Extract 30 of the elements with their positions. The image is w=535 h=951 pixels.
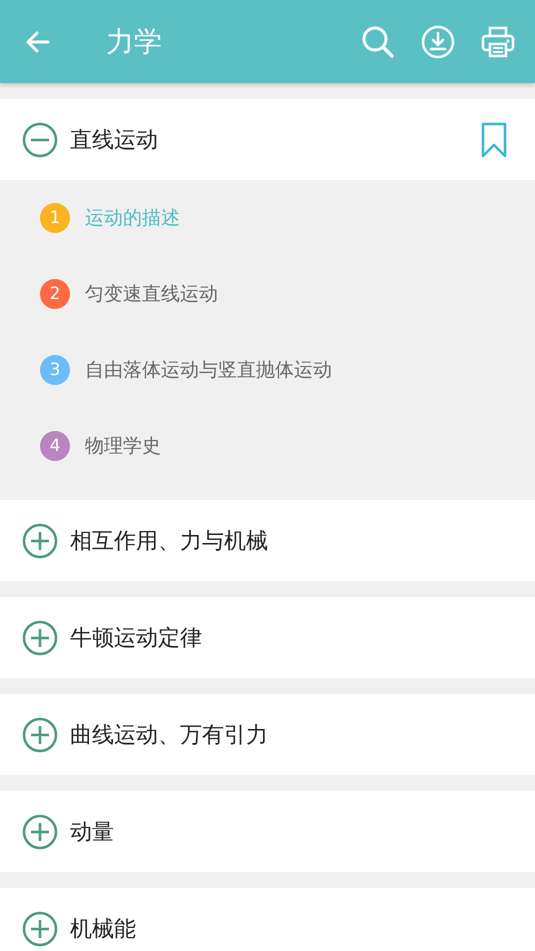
section-header[interactable]: 曲线运动、万有引力 bbox=[0, 694, 535, 775]
section-header[interactable]: 直线运动 bbox=[0, 99, 535, 180]
section-title: 机械能 bbox=[70, 916, 136, 944]
section-title: 动量 bbox=[70, 818, 114, 846]
expand-icon[interactable] bbox=[22, 522, 58, 558]
page-title: 力学 bbox=[106, 24, 162, 60]
number-badge: 1 bbox=[40, 203, 70, 233]
section-title: 相互作用、力与机械 bbox=[70, 528, 268, 556]
expand-icon[interactable] bbox=[22, 814, 58, 850]
section-title: 直线运动 bbox=[70, 126, 158, 154]
collapse-icon[interactable] bbox=[22, 122, 58, 158]
section-title: 牛顿运动定律 bbox=[70, 624, 202, 652]
section-header[interactable]: 牛顿运动定律 bbox=[0, 597, 535, 678]
bookmark-icon[interactable] bbox=[481, 122, 507, 158]
chapter-item[interactable]: 匀变速直线运动 bbox=[85, 281, 218, 307]
expand-icon[interactable] bbox=[22, 716, 58, 752]
section-header[interactable]: 机械能 bbox=[0, 888, 535, 951]
section-header[interactable]: 相互作用、力与机械 bbox=[0, 500, 535, 581]
number-badge: 4 bbox=[40, 431, 70, 461]
search-icon[interactable] bbox=[361, 24, 395, 58]
number-badge: 2 bbox=[40, 279, 70, 309]
section-header[interactable]: 动量 bbox=[0, 791, 535, 872]
print-icon[interactable] bbox=[481, 24, 515, 58]
number-badge: 3 bbox=[40, 355, 70, 385]
expand-icon[interactable] bbox=[22, 620, 58, 656]
section-title: 曲线运动、万有引力 bbox=[70, 722, 268, 750]
chapter-item[interactable]: 物理学史 bbox=[85, 433, 161, 459]
expand-icon[interactable] bbox=[22, 910, 58, 946]
chapter-item[interactable]: 自由落体运动与竖直抛体运动 bbox=[85, 357, 332, 383]
download-icon[interactable] bbox=[421, 24, 455, 58]
